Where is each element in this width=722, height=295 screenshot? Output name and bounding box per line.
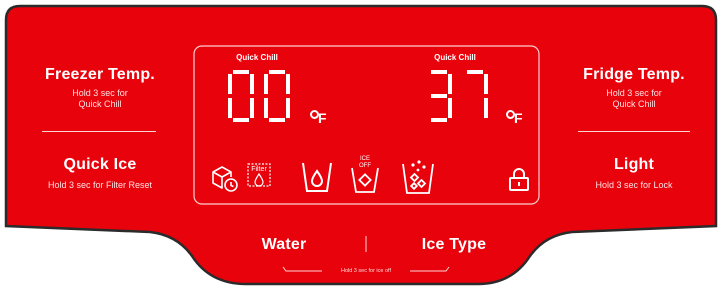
- ice-label: ICE: [360, 156, 370, 162]
- left-divider: [42, 131, 156, 132]
- water-label: Water: [261, 236, 307, 253]
- freezer-temp-button[interactable]: Freezer Temp.: [30, 66, 170, 84]
- water-cup-icon: [302, 162, 332, 192]
- quick-ice-button[interactable]: Quick Ice: [30, 156, 170, 174]
- crushed-ice-cup-icon: [402, 160, 434, 194]
- light-hint: Hold 3 sec for Lock: [595, 180, 673, 190]
- right-divider: [578, 131, 690, 132]
- quick-ice-hint: Hold 3 sec for Filter Reset: [47, 180, 153, 190]
- off-label: OFF: [359, 163, 371, 169]
- ice-type-button[interactable]: Ice Type: [394, 236, 514, 254]
- fridge-temp-hint: Hold 3 sec for Quick Chill: [606, 88, 662, 109]
- freezer-temp-hint: Hold 3 sec for Quick Chill: [72, 88, 128, 109]
- fridge-quick-chill-indicator: Quick Chill: [434, 53, 476, 62]
- digit-0: [228, 70, 254, 122]
- water-button[interactable]: Water: [224, 236, 344, 254]
- freezer-temp-label: Freezer Temp.: [45, 66, 155, 83]
- freezer-temp-digits: [228, 70, 290, 122]
- ice-off-hint: Hold 3 sec for ice off: [340, 268, 392, 274]
- ice-off-cup-icon: ICE OFF: [351, 156, 379, 193]
- ice-type-label: Ice Type: [421, 236, 487, 253]
- light-label: Light: [613, 156, 655, 173]
- fridge-temp-label: Fridge Temp.: [583, 66, 685, 83]
- fridge-temp-button[interactable]: Fridge Temp.: [564, 66, 704, 84]
- dispenser-control-panel: [4, 4, 718, 286]
- filter-label: Filter: [251, 166, 267, 173]
- freezer-quick-chill-indicator: Quick Chill: [236, 53, 278, 62]
- digit-7: [467, 70, 488, 118]
- light-button[interactable]: Light: [564, 156, 704, 174]
- lock-icon: [509, 168, 529, 191]
- freezer-unit: F: [318, 110, 327, 126]
- fridge-temp-digits: [431, 70, 488, 122]
- digit-3: [431, 70, 452, 122]
- digit-0: [264, 70, 290, 122]
- quick-ice-label: Quick Ice: [63, 156, 137, 173]
- filter-reset-icon: Filter: [247, 163, 271, 187]
- fridge-unit: F: [514, 110, 523, 126]
- ice-maker-clock-icon: [212, 166, 238, 192]
